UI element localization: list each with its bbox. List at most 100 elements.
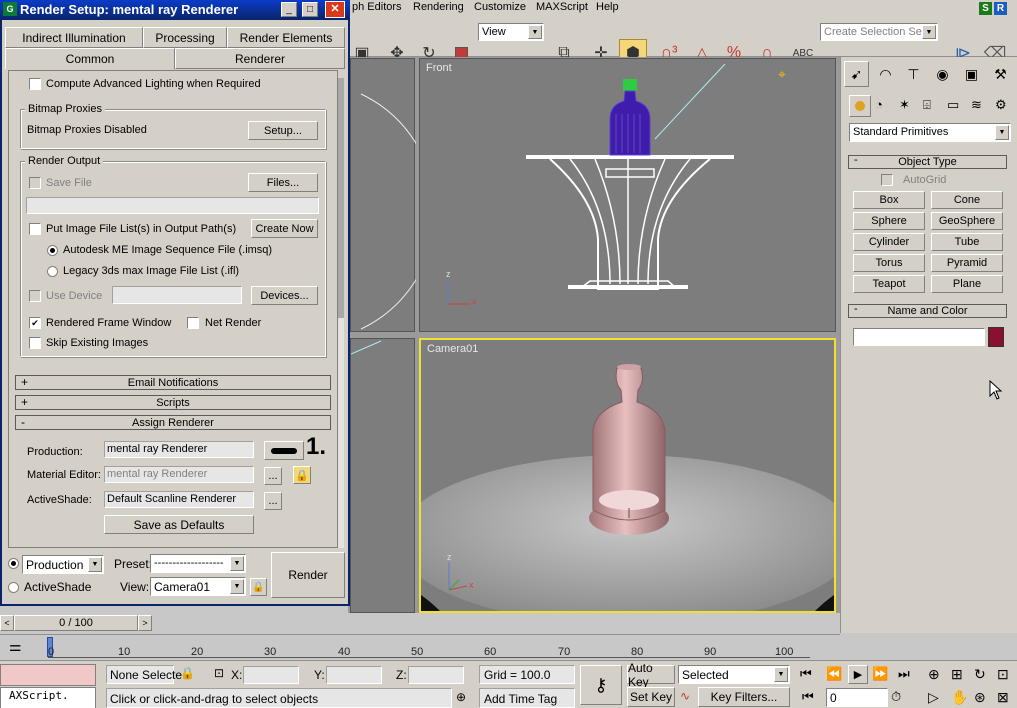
plane-button[interactable]: Plane (931, 275, 1003, 293)
object-color-swatch[interactable] (988, 327, 1004, 347)
scripts-rollout[interactable]: + Scripts (15, 395, 331, 410)
tab-common[interactable]: Common (5, 48, 175, 69)
go-to-start-icon[interactable]: ⏮ (800, 666, 812, 682)
devices-button[interactable]: Devices... (251, 286, 318, 305)
compute-lighting-checkbox[interactable] (29, 78, 41, 90)
helpers-icon[interactable]: ▭ (947, 97, 959, 113)
dialog-scrollbar[interactable] (338, 78, 344, 548)
viewport-top-left[interactable] (350, 58, 416, 332)
menu-rendering[interactable]: Rendering (413, 1, 464, 13)
name-color-rollout-header[interactable]: - Name and Color (848, 303, 1007, 318)
current-frame-field[interactable]: 0 (826, 688, 888, 707)
spacewarps-icon[interactable]: ≋ (971, 97, 982, 113)
zoom-icon[interactable]: ⊕ (928, 666, 940, 683)
menu-graph-editors[interactable]: ph Editors (352, 1, 402, 13)
set-key-icon[interactable]: ⚷ (580, 665, 622, 705)
skip-existing-checkbox[interactable] (29, 337, 41, 349)
save-as-defaults-button[interactable]: Save as Defaults (104, 515, 254, 534)
geometry-icon[interactable] (849, 95, 871, 117)
lights-icon[interactable]: ✶ (899, 97, 910, 113)
cone-button[interactable]: Cone (931, 191, 1003, 209)
autogrid-checkbox[interactable] (881, 174, 893, 186)
production-choose-button[interactable] (264, 441, 304, 460)
maximize-viewport-icon[interactable]: ⊠ (997, 689, 1009, 706)
play-icon[interactable]: ▶ (848, 665, 868, 684)
previous-frame-icon[interactable]: ⏪ (826, 666, 842, 682)
modify-tab-icon[interactable]: ◠ (873, 61, 898, 87)
shapes-icon[interactable]: ◔ (875, 97, 883, 112)
close-icon[interactable]: ✕ (325, 1, 345, 18)
lock-icon[interactable]: 🔒 (293, 466, 311, 484)
create-tab-icon[interactable]: ➹ (844, 61, 869, 87)
arc-rotate-icon[interactable]: ⊛ (974, 689, 986, 706)
output-path-field[interactable] (26, 197, 319, 214)
key-filters-button[interactable]: Key Filters... (698, 687, 790, 707)
time-tag-icon[interactable]: ⊕ (456, 690, 466, 704)
key-mode-icon[interactable]: ⏮ (802, 689, 814, 705)
menu-help[interactable]: Help (596, 1, 619, 13)
field-of-view-icon[interactable]: ▷ (928, 689, 939, 706)
time-config-icon[interactable]: ⏱ (891, 689, 901, 705)
production-mode-radio[interactable] (8, 558, 19, 569)
y-coordinate-field[interactable] (326, 666, 382, 684)
z-coordinate-field[interactable] (408, 666, 464, 684)
primitive-category-select[interactable]: Standard Primitives ▼ (849, 123, 1011, 142)
s-badge[interactable]: S (979, 2, 992, 15)
selection-set-select[interactable]: Create Selection Set ▼ (820, 23, 938, 41)
activeshade-mode-radio[interactable] (8, 582, 19, 593)
teapot-button[interactable]: Teapot (853, 275, 925, 293)
minimize-icon[interactable]: _ (281, 2, 297, 17)
create-now-button[interactable]: Create Now (251, 219, 318, 238)
activeshade-choose-button[interactable]: ... (264, 492, 282, 510)
viewport-bottom-left[interactable] (350, 338, 415, 613)
cameras-icon[interactable]: ⌹ (923, 97, 931, 113)
key-mode-select[interactable]: Selected ▼ (678, 665, 790, 684)
device-field[interactable] (112, 286, 242, 304)
object-type-rollout-header[interactable]: - Object Type (848, 154, 1007, 169)
zoom-extents-icon[interactable]: ⊡ (997, 666, 1009, 683)
scrollbar-thumb[interactable] (338, 78, 344, 318)
curve-editor-icon[interactable]: ⚌ (9, 638, 22, 655)
next-frame-icon[interactable]: ⏩ (872, 666, 888, 682)
time-slider-thumb[interactable]: 0 / 100 (14, 615, 138, 631)
orbit-icon[interactable]: ↻ (974, 666, 986, 683)
r-badge[interactable]: R (994, 2, 1007, 15)
put-image-list-checkbox[interactable] (29, 223, 41, 235)
motion-tab-icon[interactable]: ◉ (930, 61, 955, 87)
pyramid-button[interactable]: Pyramid (931, 254, 1003, 272)
auto-key-button[interactable]: Auto Key (627, 661, 675, 689)
use-device-checkbox[interactable] (29, 290, 41, 302)
zoom-all-icon[interactable]: ⊞ (951, 666, 963, 683)
menu-customize[interactable]: Customize (474, 1, 526, 13)
utilities-tab-icon[interactable]: ⚒ (988, 61, 1013, 87)
viewport-camera[interactable]: Camera01 zx (419, 338, 836, 613)
box-button[interactable]: Box (853, 191, 925, 209)
tube-button[interactable]: Tube (931, 233, 1003, 251)
maximize-icon[interactable]: □ (302, 2, 318, 17)
preset-select[interactable]: ------------------- ▼ (150, 554, 246, 573)
tab-processing[interactable]: Processing (143, 27, 227, 48)
selection-lock-icon[interactable]: 🔒 (180, 666, 195, 680)
pan-icon[interactable]: ✋ (951, 689, 968, 706)
object-name-field[interactable] (853, 328, 985, 346)
cylinder-button[interactable]: Cylinder (853, 233, 925, 251)
maxscript-listener-top[interactable] (0, 664, 96, 686)
save-file-checkbox[interactable] (29, 177, 41, 189)
setup-button[interactable]: Setup... (248, 121, 318, 140)
view-lock-icon[interactable]: 🔒 (250, 578, 267, 596)
imsq-radio[interactable] (47, 245, 58, 256)
maxscript-listener[interactable]: AXScript. (0, 687, 96, 708)
time-slider-track[interactable]: < 0 / 100 > (0, 613, 840, 633)
display-tab-icon[interactable]: ▣ (959, 61, 984, 87)
production-mode-select[interactable]: Production ▼ (22, 555, 104, 574)
absolute-mode-icon[interactable]: ⊡ (214, 666, 224, 680)
viewport-front[interactable]: Front zx ⌖ (419, 58, 836, 332)
material-choose-button[interactable]: ... (264, 467, 282, 485)
files-button[interactable]: Files... (248, 173, 318, 192)
add-time-tag-field[interactable]: Add Time Tag (479, 688, 575, 708)
email-notifications-rollout[interactable]: + Email Notifications (15, 375, 331, 390)
net-render-checkbox[interactable] (187, 317, 199, 329)
chevron-right-icon[interactable]: > (138, 615, 152, 631)
tab-renderer[interactable]: Renderer (175, 48, 345, 69)
x-coordinate-field[interactable] (243, 666, 299, 684)
